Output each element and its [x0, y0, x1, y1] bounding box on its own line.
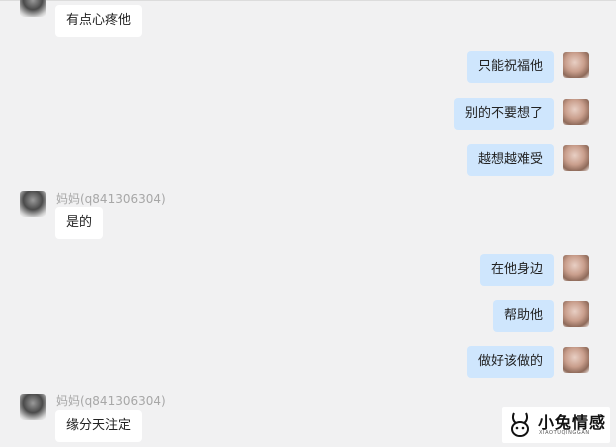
watermark-subtitle: XIAOTUQINGGAN: [539, 430, 590, 436]
watermark-logo: 小兔情感 XIAOTUQINGGAN: [502, 407, 610, 443]
rabbit-logo-icon: [511, 412, 529, 437]
message-bubble-outgoing[interactable]: 帮助他: [492, 300, 554, 332]
own-avatar[interactable]: [563, 99, 589, 125]
sender-name: 妈妈(q841306304): [56, 192, 166, 206]
message-bubble-incoming[interactable]: 是的: [55, 207, 104, 239]
contact-avatar[interactable]: [20, 191, 46, 217]
message-bubble-outgoing[interactable]: 别的不要想了: [453, 98, 554, 130]
message-bubble-outgoing[interactable]: 在他身边: [479, 254, 554, 286]
own-avatar[interactable]: [563, 347, 589, 373]
chat-window: 有点心疼他 只能祝福他 别的不要想了 越想越难受 妈妈(q841306304) …: [0, 0, 616, 447]
own-avatar[interactable]: [563, 301, 589, 327]
message-bubble-incoming[interactable]: 有点心疼他: [55, 5, 143, 37]
message-bubble-outgoing[interactable]: 做好该做的: [466, 346, 554, 378]
contact-avatar[interactable]: [20, 394, 46, 420]
message-bubble-outgoing[interactable]: 只能祝福他: [466, 51, 554, 83]
own-avatar[interactable]: [563, 52, 589, 78]
own-avatar[interactable]: [563, 145, 589, 171]
message-bubble-incoming[interactable]: 缘分天注定: [55, 410, 143, 442]
sender-name: 妈妈(q841306304): [56, 394, 166, 408]
own-avatar[interactable]: [563, 255, 589, 281]
message-bubble-outgoing[interactable]: 越想越难受: [466, 144, 554, 176]
contact-avatar[interactable]: [20, 0, 46, 17]
